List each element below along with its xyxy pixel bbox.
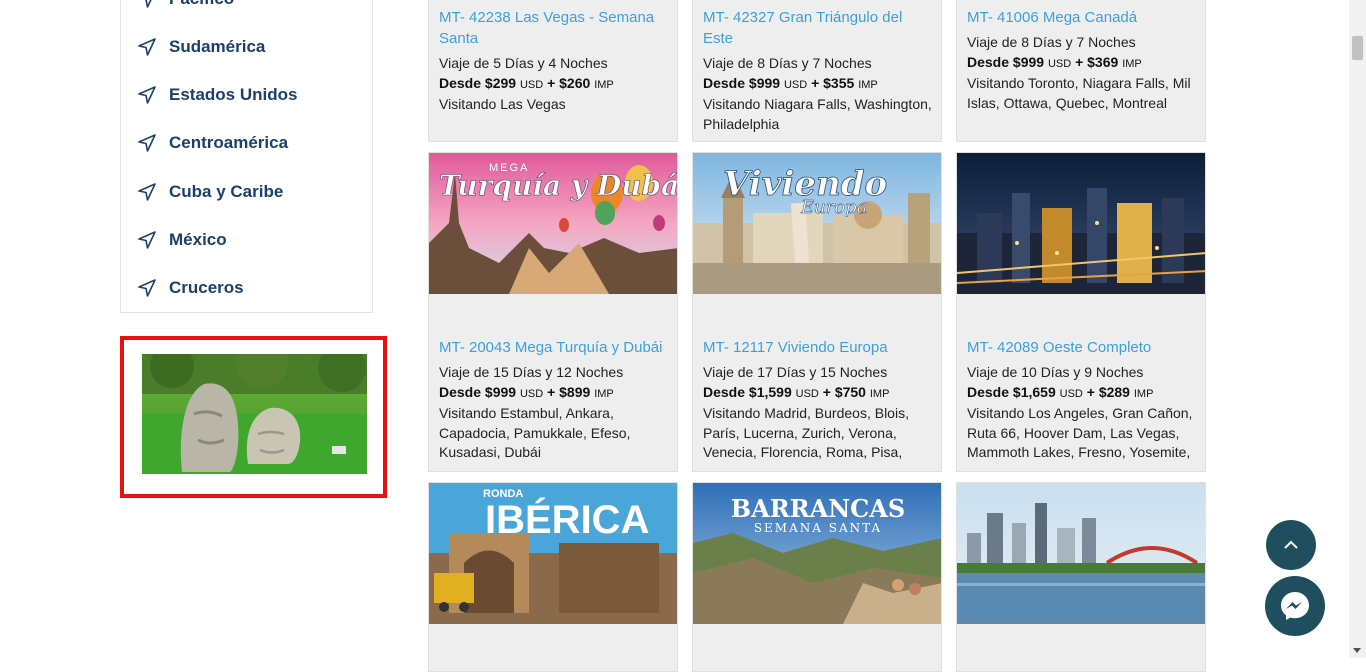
tour-duration: Viaje de 17 Días y 15 Noches [703,364,888,380]
tour-route: Visitando Niagara Falls, Washington, Phi… [703,96,932,132]
image-caption-large: IBÉRICA [485,497,649,542]
sidebar-item-centroamerica[interactable]: Centroamérica [137,128,288,158]
tour-title-link[interactable]: MT- 12117 Viviendo Europa [703,337,935,358]
promo-banner[interactable] [120,336,387,498]
sidebar-item-cuba-caribe[interactable]: Cuba y Caribe [137,177,283,207]
scrollbar-thumb[interactable] [1352,36,1363,60]
tour-card[interactable]: MT- 42327 Gran Triángulo del Este Viaje … [692,0,942,142]
tour-title-link[interactable]: MT- 41006 Mega Canadá [967,7,1199,28]
tour-duration: Viaje de 8 Días y 7 Noches [967,34,1136,50]
navigation-arrow-icon [138,38,156,56]
tour-duration: Viaje de 8 Días y 7 Noches [703,55,872,71]
tour-card[interactable]: MT- 41006 Mega Canadá Viaje de 8 Días y … [956,0,1206,142]
tour-price: Desde $1,659 USD + $289 IMP [967,383,1154,400]
sidebar-item-estados-unidos[interactable]: Estados Unidos [137,80,297,110]
tour-image-turquia[interactable]: MEGA Turquía y Dubái [429,153,678,294]
tour-title-link[interactable]: MT- 42089 Oeste Completo [967,337,1199,358]
tour-image-oeste[interactable] [957,153,1205,294]
navigation-arrow-icon [138,279,156,297]
tour-title-link[interactable]: MT- 42327 Gran Triángulo del Este [703,7,935,49]
tour-route: Visitando Los Angeles, Gran Cañon, Ruta … [967,405,1193,460]
image-caption-small: Europa [800,197,867,218]
image-caption-large: BARRANCAS [731,494,905,523]
sidebar-item-pacifico[interactable]: Pacífico [137,0,234,14]
scroll-to-top-button[interactable] [1266,520,1316,570]
sidebar-item-label: Cuba y Caribe [169,182,284,201]
sidebar-item-label: Cruceros [169,278,244,297]
tour-price: Desde $999 USD + $369 IMP [967,53,1142,70]
tour-image-iberica[interactable]: RONDA IBÉRICA [429,483,677,624]
tour-price: Desde $999 USD + $355 IMP [703,74,878,91]
messenger-icon [1281,592,1309,620]
tour-card[interactable]: Viviendo Europa MT- 12117 Viviendo Europ… [692,152,942,472]
tour-duration: Viaje de 15 Días y 12 Noches [439,364,624,380]
sidebar-item-label: Centroamérica [169,133,289,152]
tour-card[interactable]: MT- 42089 Oeste Completo Viaje de 10 Día… [956,152,1206,472]
olmec-heads-photo[interactable] [142,354,367,474]
tour-image-europa[interactable]: Viviendo Europa [693,153,941,294]
navigation-arrow-icon [144,0,152,8]
tour-price: Desde $999 USD + $899 IMP [439,383,614,400]
image-caption-large: Turquía y Dubái [439,169,678,202]
navigation-arrow-icon [138,231,156,249]
region-menu: Pacífico Sudamérica Estados Unidos Centr… [120,0,373,313]
tour-card[interactable]: MEGA Turquía y Dubái MT- 20043 Mega Turq… [428,152,678,472]
sidebar-item-label: Estados Unidos [169,85,298,104]
tour-card[interactable] [956,482,1206,672]
tour-route: Visitando Las Vegas [439,96,566,112]
sidebar-item-label: México [169,230,227,249]
tour-route: Visitando Madrid, Burdeos, Blois, París,… [703,405,909,460]
tour-image-barrancas[interactable]: BARRANCAS SEMANA SANTA [693,483,941,624]
tour-title-link[interactable]: MT- 20043 Mega Turquía y Dubái [439,337,671,358]
tour-card[interactable]: BARRANCAS SEMANA SANTA [692,482,942,672]
sidebar-item-mexico[interactable]: México [137,225,227,255]
sidebar-item-sudamerica[interactable]: Sudamérica [137,32,265,62]
tour-card[interactable]: RONDA IBÉRICA [428,482,678,672]
chevron-up-icon [1284,540,1298,549]
tour-duration: Viaje de 5 Días y 4 Noches [439,55,608,71]
tour-price: Desde $299 USD + $260 IMP [439,74,614,91]
tour-image-city-river[interactable] [957,483,1205,624]
tour-route: Visitando Toronto, Niagara Falls, Mil Is… [967,75,1191,111]
tour-price: Desde $1,599 USD + $750 IMP [703,383,890,400]
image-caption-small: SEMANA SANTA [754,521,882,535]
tour-title-link[interactable]: MT- 42238 Las Vegas - Semana Santa [439,7,671,49]
sidebar-item-label: Pacífico [169,0,234,9]
sidebar-item-cruceros[interactable]: Cruceros [137,273,244,303]
navigation-arrow-icon [138,86,156,104]
messenger-chat-button[interactable] [1265,576,1325,636]
navigation-arrow-icon [138,134,156,152]
tour-card[interactable]: MT- 42238 Las Vegas - Semana Santa Viaje… [428,0,678,142]
navigation-arrow-icon [138,183,156,201]
tour-duration: Viaje de 10 Días y 9 Noches [967,364,1144,380]
page-scrollbar[interactable] [1349,0,1366,658]
tour-route: Visitando Estambul, Ankara, Capadocia, P… [439,405,631,460]
scroll-down-arrow-icon[interactable] [1353,648,1361,653]
sidebar-item-label: Sudamérica [169,37,266,56]
